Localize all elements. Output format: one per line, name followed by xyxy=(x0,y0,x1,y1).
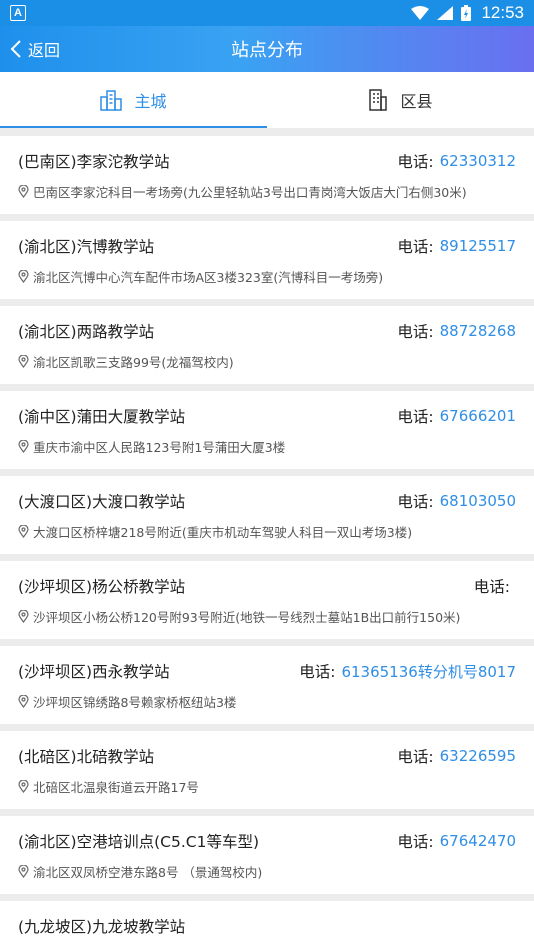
list-item[interactable]: (九龙坡区)九龙坡教学站 xyxy=(0,901,534,950)
app-notification-icon: A xyxy=(10,5,26,21)
station-name: (九龙坡区)九龙坡教学站 xyxy=(18,918,186,936)
signal-icon xyxy=(437,6,454,20)
location-pin-icon xyxy=(18,440,29,453)
list-item[interactable]: (渝北区)空港培训点(C5.C1等车型) 电话: 67642470 渝北区双凤桥空港东… xyxy=(0,816,534,894)
nav-bar: 返回 站点分布 xyxy=(0,26,534,72)
chevron-left-icon xyxy=(10,39,22,59)
station-address: 北碚区北温泉街道云开路17号 xyxy=(33,780,199,795)
building-icon xyxy=(368,89,388,111)
location-pin-icon xyxy=(18,695,29,708)
station-name: (沙坪坝区)西永教学站 xyxy=(18,663,170,681)
tab-bar: 主城 区县 xyxy=(0,72,534,128)
phone-label: 电话: xyxy=(397,493,434,511)
station-name: (巴南区)李家沱教学站 xyxy=(18,153,170,171)
list-item[interactable]: (北碚区)北碚教学站 电话: 63226595 北碚区北温泉街道云开路17号 xyxy=(0,731,534,809)
phone-label: 电话: xyxy=(397,748,434,766)
phone-number-link[interactable]: 89125517 xyxy=(440,237,516,255)
tab-main-city-label: 主城 xyxy=(134,92,167,111)
list-item[interactable]: (沙坪坝区)西永教学站 电话: 61365136转分机号8017 沙坪坝区锦绣路8号赖… xyxy=(0,646,534,724)
phone-label: 电话: xyxy=(473,578,510,596)
phone-number-link[interactable]: 61365136转分机号8017 xyxy=(341,661,516,682)
tab-main-city[interactable]: 主城 xyxy=(0,72,267,128)
list-item[interactable]: (渝北区)两路教学站 电话: 88728268 渝北区凯歌三支路99号(龙福驾校内) xyxy=(0,306,534,384)
list-item[interactable]: (渝中区)蒲田大厦教学站 电话: 67666201 重庆市渝中区人民路123号附1号蒲… xyxy=(0,391,534,469)
location-pin-icon xyxy=(18,270,29,283)
station-name: (北碚区)北碚教学站 xyxy=(18,748,155,766)
phone-number-link[interactable]: 63226595 xyxy=(440,747,516,765)
phone-number-link[interactable]: 67666201 xyxy=(440,407,516,425)
battery-charging-icon xyxy=(461,5,472,21)
page-title: 站点分布 xyxy=(231,40,303,61)
phone-label: 电话: xyxy=(397,408,434,426)
phone-number-link[interactable]: 88728268 xyxy=(440,322,516,340)
station-name: (大渡口区)大渡口教学站 xyxy=(18,493,186,511)
station-address: 大渡口区桥梓塘218号附近(重庆市机动车驾驶人科目一双山考场3楼) xyxy=(33,525,413,540)
phone-label: 电话: xyxy=(397,833,434,851)
status-bar: A 12:53 xyxy=(0,0,534,26)
station-address: 沙坪坝区锦绣路8号赖家桥枢纽站3楼 xyxy=(33,695,237,710)
station-name: (渝北区)两路教学站 xyxy=(18,323,155,341)
station-list: (巴南区)李家沱教学站 电话: 62330312 巴南区李家沱科目一考场旁(九公里轻轨… xyxy=(0,128,534,950)
station-address: 沙评坝区小杨公桥120号附93号附近(地铁一号线烈士墓站1B出口前行150米) xyxy=(33,610,461,625)
location-pin-icon xyxy=(18,525,29,538)
station-address: 巴南区李家沱科目一考场旁(九公里轻轨站3号出口青岗湾大饭店大门右侧30米) xyxy=(33,185,467,200)
location-pin-icon xyxy=(18,780,29,793)
phone-number-link[interactable]: 62330312 xyxy=(440,152,516,170)
list-item[interactable]: (大渡口区)大渡口教学站 电话: 68103050 大渡口区桥梓塘218号附近(重庆市… xyxy=(0,476,534,554)
tab-districts-label: 区县 xyxy=(400,92,433,111)
station-address: 渝北区凯歌三支路99号(龙福驾校内) xyxy=(33,355,234,370)
wifi-icon xyxy=(411,6,430,20)
phone-label: 电话: xyxy=(397,323,434,341)
list-item[interactable]: (巴南区)李家沱教学站 电话: 62330312 巴南区李家沱科目一考场旁(九公里轻轨… xyxy=(0,136,534,214)
location-pin-icon xyxy=(18,865,29,878)
station-name: (沙坪坝区)杨公桥教学站 xyxy=(18,578,186,596)
tab-districts[interactable]: 区县 xyxy=(267,72,534,128)
phone-number-link[interactable]: 67642470 xyxy=(440,832,516,850)
clock: 12:53 xyxy=(481,3,524,22)
phone-number-link[interactable]: 68103050 xyxy=(440,492,516,510)
phone-label: 电话: xyxy=(397,153,434,171)
location-pin-icon xyxy=(18,355,29,368)
back-label: 返回 xyxy=(28,41,61,60)
phone-label: 电话: xyxy=(299,663,336,681)
station-name: (渝北区)汽博教学站 xyxy=(18,238,155,256)
buildings-icon xyxy=(100,89,123,111)
station-address: 渝北区双凤桥空港东路8号 （景通驾校内) xyxy=(33,865,263,880)
station-name: (渝中区)蒲田大厦教学站 xyxy=(18,408,186,426)
location-pin-icon xyxy=(18,610,29,623)
station-address: 渝北区汽博中心汽车配件市场A区3楼323室(汽博科目一考场旁) xyxy=(33,270,384,285)
location-pin-icon xyxy=(18,185,29,198)
list-item[interactable]: (渝北区)汽博教学站 电话: 89125517 渝北区汽博中心汽车配件市场A区3楼32… xyxy=(0,221,534,299)
station-address: 重庆市渝中区人民路123号附1号蒲田大厦3楼 xyxy=(33,440,286,455)
station-name: (渝北区)空港培训点(C5.C1等车型) xyxy=(18,833,259,851)
list-item[interactable]: (沙坪坝区)杨公桥教学站 电话: 沙评坝区小杨公桥120号附93号附近(地铁一号线烈… xyxy=(0,561,534,639)
back-button[interactable]: 返回 xyxy=(10,26,60,72)
phone-label: 电话: xyxy=(397,238,434,256)
